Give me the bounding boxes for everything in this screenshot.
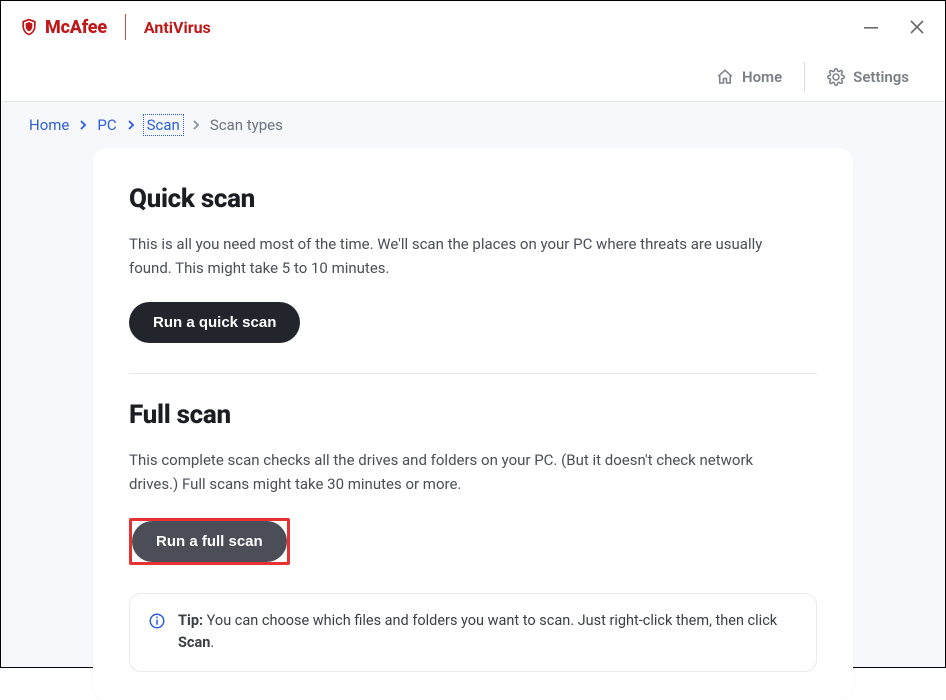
chevron-right-icon <box>192 120 200 130</box>
minimize-button[interactable] <box>861 17 881 37</box>
tip-box: Tip: You can choose which files and fold… <box>129 593 817 672</box>
full-scan-section: Full scan This complete scan checks all … <box>129 400 817 565</box>
brand-name: McAfee <box>45 17 107 38</box>
tip-label: Tip: <box>178 612 203 629</box>
scan-card: Quick scan This is all you need most of … <box>93 148 853 700</box>
chevron-right-icon <box>127 120 135 130</box>
breadcrumb-home[interactable]: Home <box>29 116 69 134</box>
close-button[interactable] <box>907 17 927 37</box>
home-icon <box>716 68 734 86</box>
gear-icon <box>827 68 845 86</box>
titlebar: McAfee AntiVirus <box>1 1 945 53</box>
tip-text-after: . <box>210 634 214 651</box>
quick-scan-section: Quick scan This is all you need most of … <box>129 184 817 343</box>
info-icon <box>148 612 166 630</box>
breadcrumb: Home PC Scan Scan types <box>1 102 945 144</box>
nav-settings-label: Settings <box>853 68 909 86</box>
quick-scan-desc: This is all you need most of the time. W… <box>129 232 789 280</box>
full-scan-highlight: Run a full scan <box>129 518 290 565</box>
run-quick-scan-button[interactable]: Run a quick scan <box>129 302 300 343</box>
nav-settings[interactable]: Settings <box>811 62 925 92</box>
breadcrumb-current: Scan types <box>210 116 283 134</box>
tip-text: Tip: You can choose which files and fold… <box>178 610 798 655</box>
chevron-right-icon <box>79 120 87 130</box>
breadcrumb-scan[interactable]: Scan <box>145 116 182 134</box>
full-scan-title: Full scan <box>129 400 817 430</box>
window-controls <box>861 17 927 37</box>
run-full-scan-button[interactable]: Run a full scan <box>132 521 287 562</box>
nav-home[interactable]: Home <box>700 62 798 92</box>
tip-bold: Scan <box>178 634 210 651</box>
breadcrumb-pc[interactable]: PC <box>97 116 116 134</box>
nav-home-label: Home <box>742 68 782 86</box>
top-nav: Home Settings <box>1 53 945 101</box>
quick-scan-title: Quick scan <box>129 184 817 214</box>
section-divider <box>129 373 817 374</box>
brand-product: AntiVirus <box>144 18 211 37</box>
tip-text-before: You can choose which files and folders y… <box>203 612 777 629</box>
brand-divider <box>125 14 126 40</box>
brand: McAfee AntiVirus <box>19 14 211 40</box>
nav-separator <box>804 62 805 92</box>
mcafee-shield-icon <box>19 17 39 37</box>
full-scan-desc: This complete scan checks all the drives… <box>129 448 789 496</box>
content-area: Home PC Scan Scan types Quick scan This … <box>1 101 945 667</box>
